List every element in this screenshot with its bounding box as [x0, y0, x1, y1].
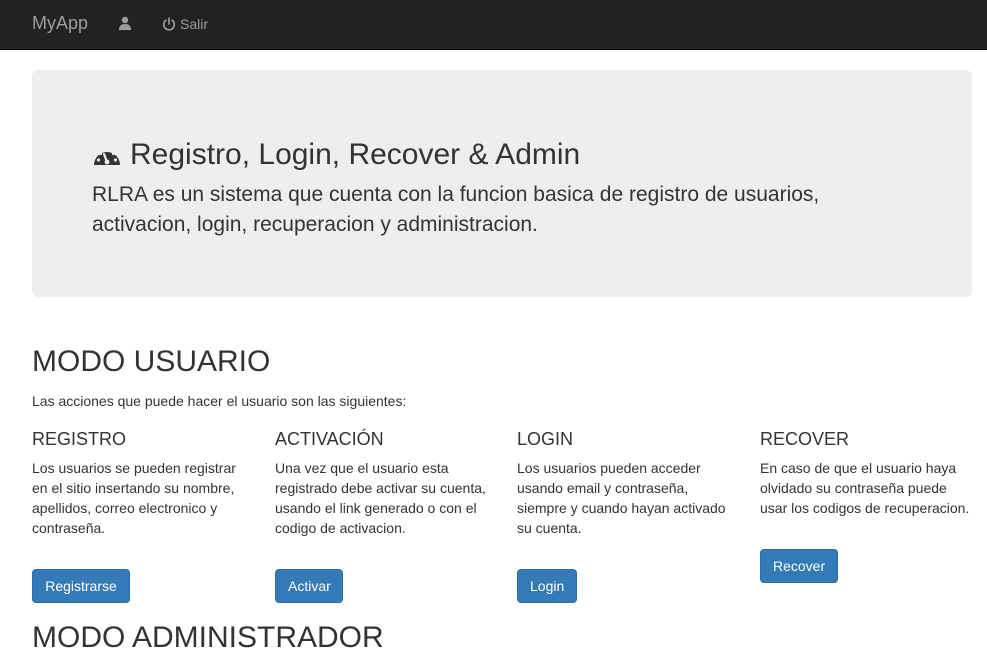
dashboard-icon — [94, 148, 120, 165]
feature-heading: RECOVER — [760, 429, 850, 449]
page-title-text: Registro, Login, Recover & Admin — [130, 138, 581, 171]
logout-link[interactable]: Salir — [162, 15, 208, 33]
feature-text: Una vez que el usuario esta registrado d… — [275, 460, 486, 536]
feature-heading: LOGIN — [517, 429, 574, 449]
feature-recover: RECOVER En caso de que el usuario haya o… — [760, 428, 975, 518]
feature-text: En caso de que el usuario haya olvidado … — [760, 460, 970, 516]
section-title-modo-administrador: MODO ADMINISTRADOR — [32, 621, 384, 654]
hero-lead: RLRA es un sistema que cuenta con la fun… — [92, 183, 820, 236]
feature-registro: REGISTRO Los usuarios se pueden registra… — [32, 428, 247, 538]
recover-button[interactable]: Recover — [760, 549, 838, 583]
section-intro: Las acciones que puede hacer el usuario … — [32, 393, 407, 409]
feature-heading: ACTIVACIÓN — [275, 429, 384, 449]
registrarse-button[interactable]: Registrarse — [32, 569, 130, 603]
feature-text: Los usuarios se pueden registrar en el s… — [32, 460, 236, 536]
user-icon[interactable] — [118, 16, 132, 30]
feature-login: LOGIN Los usuarios pueden acceder usando… — [517, 428, 732, 538]
logout-label: Salir — [180, 16, 209, 32]
top-navbar: MyApp Salir — [0, 0, 987, 50]
feature-heading: REGISTRO — [32, 429, 127, 449]
activar-button[interactable]: Activar — [275, 569, 343, 603]
hero-jumbotron: Registro, Login, Recover & Admin RLRA es… — [32, 70, 972, 297]
page-title: Registro, Login, Recover & Admin — [92, 138, 580, 172]
section-title-modo-usuario: MODO USUARIO — [32, 345, 271, 378]
power-icon — [162, 16, 176, 31]
login-button[interactable]: Login — [517, 569, 577, 603]
feature-text: Los usuarios pueden acceder usando email… — [517, 460, 726, 536]
feature-activacion: ACTIVACIÓN Una vez que el usuario esta r… — [275, 428, 490, 538]
brand-link[interactable]: MyApp — [32, 13, 88, 33]
